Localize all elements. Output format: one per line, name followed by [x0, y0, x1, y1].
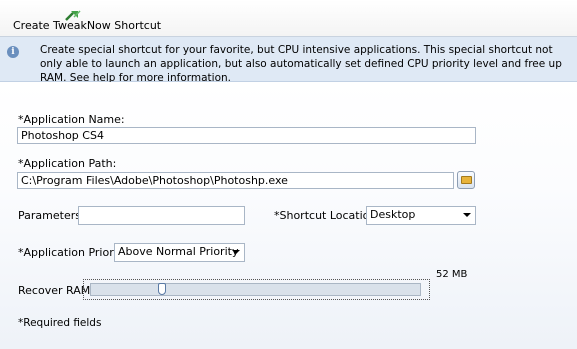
info-banner: i Create special shortcut for your favor… [0, 37, 577, 84]
shortcut-location-label: *Shortcut Location: [274, 209, 381, 222]
title-bar: Create TweakNow Shortcut [0, 0, 577, 37]
application-name-field[interactable]: Photoshop CS4 [17, 127, 476, 144]
browse-button[interactable] [457, 171, 475, 189]
window-title: Create TweakNow Shortcut [13, 19, 162, 32]
application-path-label: *Application Path: [18, 157, 117, 170]
application-priority-select[interactable]: Above Normal Priority [114, 243, 245, 262]
parameters-field[interactable] [78, 206, 245, 225]
application-priority-value: Above Normal Priority [118, 245, 239, 258]
folder-icon [461, 176, 472, 184]
shortcut-location-select[interactable]: Desktop [366, 206, 476, 225]
info-text: Create special shortcut for your favorit… [40, 44, 562, 84]
parameters-label: Parameters: [18, 209, 85, 222]
application-name-label: *Application Name: [18, 113, 125, 126]
slider-track[interactable] [90, 283, 421, 296]
slider-thumb[interactable] [157, 283, 166, 295]
recover-ram-slider[interactable] [83, 279, 430, 300]
chevron-down-icon [463, 213, 471, 217]
recover-ram-label: Recover RAM [18, 284, 91, 297]
chevron-down-icon [232, 250, 240, 254]
application-path-field[interactable]: C:\Program Files\Adobe\Photoshop\Photosh… [17, 172, 454, 189]
info-icon: i [7, 46, 19, 58]
required-fields-note: *Required fields [18, 317, 102, 329]
shortcut-location-value: Desktop [370, 208, 416, 221]
recover-ram-amount: 52 MB [436, 269, 468, 280]
